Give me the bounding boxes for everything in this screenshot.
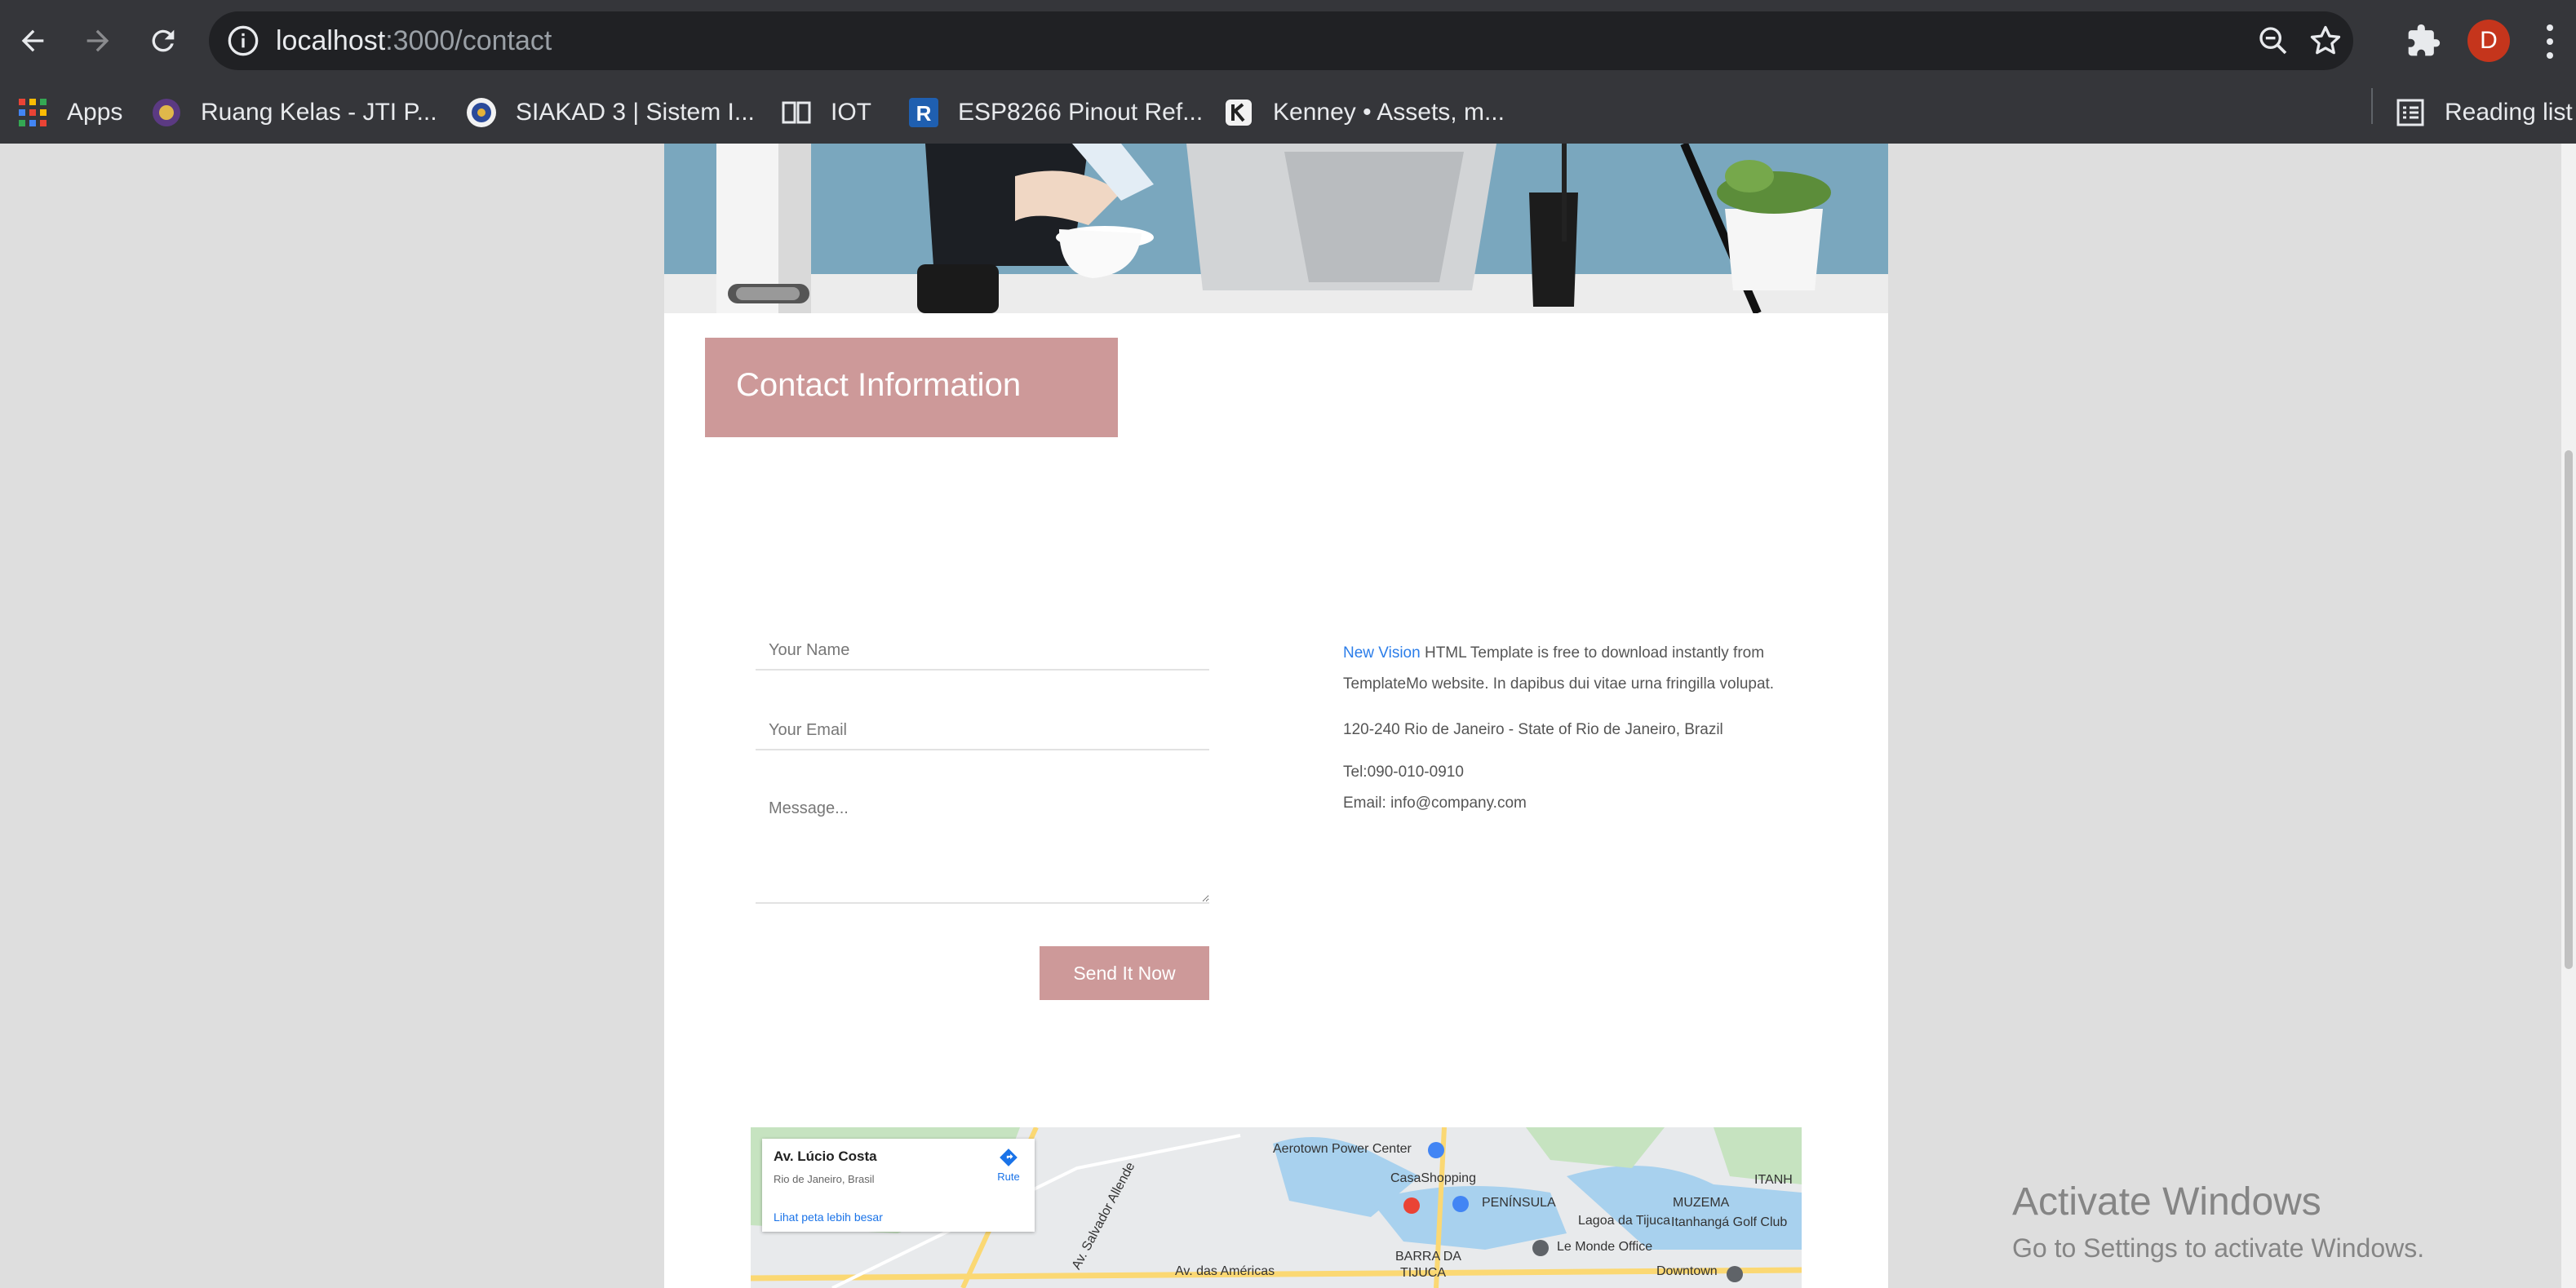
- map-label: MUZEMA: [1673, 1196, 1730, 1210]
- profile-initial: D: [2480, 27, 2498, 54]
- reading-list-icon: [2394, 96, 2427, 129]
- map-place-card: Av. Lúcio Costa Rio de Janeiro, Brasil L…: [762, 1139, 1035, 1232]
- route-label: Rute: [997, 1171, 1020, 1183]
- map-label: BARRA DA: [1395, 1250, 1461, 1264]
- map-label: Lagoa da Tijuca: [1578, 1214, 1670, 1228]
- map-label: Downtown: [1656, 1264, 1718, 1278]
- google-map[interactable]: Av. Lúcio Costa Rio de Janeiro, Brasil L…: [751, 1127, 1802, 1288]
- profile-avatar[interactable]: D: [2467, 20, 2510, 62]
- windows-activation-subtitle: Go to Settings to activate Windows.: [2012, 1233, 2425, 1263]
- bookmarks-divider: [2371, 88, 2373, 124]
- reload-icon: [152, 29, 175, 52]
- reading-list-button[interactable]: Reading list: [2394, 93, 2573, 132]
- contact-heading-box: Contact Information: [705, 338, 1118, 437]
- windows-activation-title: Activate Windows: [2012, 1180, 2321, 1224]
- hero-image: [664, 144, 1888, 313]
- directions-icon: [1000, 1149, 1018, 1166]
- bookmark-siakad[interactable]: SIAKAD 3 | Sistem I...: [465, 93, 755, 132]
- siakad-logo-icon: [465, 96, 498, 129]
- map-label: Le Monde Office: [1557, 1240, 1653, 1254]
- svg-text:R: R: [916, 101, 932, 126]
- jti-logo-icon: [150, 96, 183, 129]
- bookmark-label: Ruang Kelas - JTI P...: [201, 99, 437, 126]
- contact-info: New Vision HTML Template is free to down…: [1343, 638, 1808, 819]
- browser-menu-button[interactable]: [2538, 21, 2562, 62]
- message-textarea[interactable]: [756, 790, 1209, 904]
- bookmark-apps[interactable]: Apps: [16, 93, 122, 132]
- back-button[interactable]: [7, 15, 59, 67]
- bookmark-ruang-kelas[interactable]: Ruang Kelas - JTI P...: [150, 93, 437, 132]
- route-button[interactable]: Rute: [991, 1147, 1026, 1183]
- bookmark-label: SIAKAD 3 | Sistem I...: [516, 99, 755, 126]
- map-place-subtitle: Rio de Janeiro, Brasil: [774, 1173, 875, 1185]
- bookmark-iot[interactable]: IOT: [780, 93, 871, 132]
- info-email: Email: info@company.com: [1343, 794, 1527, 812]
- page-container: Contact Information Send It Now New Visi…: [664, 144, 1888, 1288]
- name-input[interactable]: [756, 631, 1209, 671]
- info-address: 120-240 Rio de Janeiro - State of Rio de…: [1343, 721, 1723, 738]
- new-vision-link[interactable]: New Vision: [1343, 644, 1421, 662]
- send-button[interactable]: Send It Now: [1040, 946, 1209, 1000]
- bookmark-esp8266[interactable]: R ESP8266 Pinout Ref...: [907, 93, 1203, 132]
- contact-heading: Contact Information: [736, 367, 1022, 403]
- scrollbar-thumb[interactable]: [2565, 450, 2573, 969]
- map-place-title: Av. Lúcio Costa: [774, 1149, 877, 1164]
- map-label: Av. das Américas: [1175, 1264, 1275, 1278]
- forward-button[interactable]: [72, 15, 124, 67]
- map-label: TIJUCA: [1400, 1266, 1446, 1280]
- bookmark-star-icon[interactable]: [2308, 23, 2343, 59]
- reading-list-label: Reading list: [2445, 99, 2573, 126]
- bookmark-label: IOT: [831, 99, 871, 126]
- iot-book-icon: [780, 96, 813, 129]
- map-label: Itanhangá Golf Club: [1671, 1215, 1788, 1229]
- map-label: PENÍNSULA: [1482, 1196, 1556, 1210]
- extensions-puzzle-icon[interactable]: [2405, 23, 2441, 59]
- map-label: ITANH: [1754, 1173, 1793, 1187]
- info-tel: Tel:090-010-0910: [1343, 764, 1464, 781]
- browser-toolbar: localhost:3000/contact D: [0, 0, 2576, 82]
- bookmark-label: Kenney • Assets, m...: [1273, 99, 1505, 126]
- url-text: localhost:3000/contact: [276, 25, 552, 56]
- bookmarks-bar: Apps Ruang Kelas - JTI P... SIAKAD 3 | S…: [0, 82, 2576, 144]
- reload-button[interactable]: [137, 15, 189, 67]
- r-logo-icon: R: [907, 96, 940, 129]
- info-icon[interactable]: [227, 24, 259, 57]
- bookmark-label: Apps: [67, 99, 123, 126]
- map-label: Aerotown Power Center: [1273, 1142, 1412, 1156]
- arrow-left-icon: [21, 29, 44, 52]
- bookmark-label: ESP8266 Pinout Ref...: [958, 99, 1204, 126]
- browser-chrome: localhost:3000/contact D Apps Ruang Kela…: [0, 0, 2576, 144]
- info-description: New Vision HTML Template is free to down…: [1343, 638, 1808, 700]
- larger-map-link[interactable]: Lihat peta lebih besar: [774, 1211, 883, 1224]
- email-input[interactable]: [756, 711, 1209, 750]
- address-bar[interactable]: localhost:3000/contact: [209, 11, 2353, 70]
- kenney-logo-icon: [1222, 96, 1255, 129]
- apps-grid-icon: [16, 96, 49, 129]
- zoom-icon[interactable]: [2257, 24, 2290, 57]
- bookmark-kenney[interactable]: Kenney • Assets, m...: [1222, 93, 1505, 132]
- map-label: CasaShopping: [1390, 1171, 1476, 1185]
- arrow-right-icon: [86, 29, 109, 52]
